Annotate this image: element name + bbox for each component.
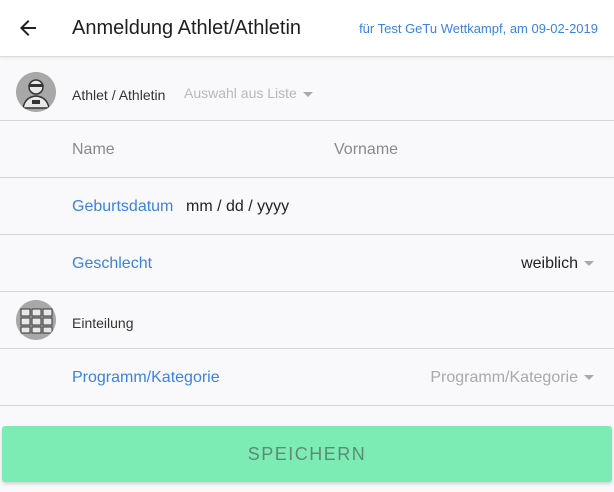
program-label: Programm/Kategorie bbox=[72, 369, 220, 386]
competition-subtitle: für Test GeTu Wettkampf, am 09-02-2019 bbox=[359, 21, 598, 36]
gender-row: Geschlecht weiblich bbox=[0, 235, 614, 292]
gender-select[interactable]: weiblich bbox=[521, 255, 594, 273]
athlete-select[interactable]: Auswahl aus Liste bbox=[184, 85, 313, 101]
birthdate-row: Geburtsdatum mm / dd / yyyy bbox=[0, 178, 614, 235]
assignment-row: Einteilung bbox=[0, 292, 614, 349]
birthdate-input[interactable]: mm / dd / yyyy bbox=[186, 198, 289, 216]
back-arrow-icon[interactable] bbox=[16, 16, 40, 40]
athlete-label: Athlet / Athletin bbox=[72, 87, 166, 103]
lastname-input[interactable]: Name bbox=[72, 141, 115, 159]
program-select[interactable]: Programm/Kategorie bbox=[430, 369, 594, 387]
name-row: Name Vorname bbox=[0, 121, 614, 178]
save-button[interactable]: SPEICHERN bbox=[2, 426, 612, 482]
birthdate-label: Geburtsdatum bbox=[72, 198, 174, 215]
chevron-down-icon bbox=[584, 375, 594, 381]
athlete-select-placeholder: Auswahl aus Liste bbox=[184, 85, 297, 101]
firstname-input[interactable]: Vorname bbox=[334, 141, 398, 159]
assignment-label: Einteilung bbox=[72, 315, 134, 331]
page-title: Anmeldung Athlet/Athletin bbox=[72, 17, 302, 39]
program-select-placeholder: Programm/Kategorie bbox=[430, 369, 578, 386]
assignment-grid-icon bbox=[16, 300, 56, 340]
toolbar: Anmeldung Athlet/Athletin für Test GeTu … bbox=[0, 0, 614, 57]
chevron-down-icon bbox=[302, 91, 313, 97]
program-row: Programm/Kategorie Programm/Kategorie bbox=[0, 349, 614, 406]
gender-value: weiblich bbox=[521, 255, 578, 272]
athlete-row: Athlet / Athletin Auswahl aus Liste bbox=[0, 57, 614, 121]
gender-label: Geschlecht bbox=[72, 255, 153, 272]
athlete-avatar-icon bbox=[16, 72, 56, 112]
chevron-down-icon bbox=[584, 261, 594, 267]
